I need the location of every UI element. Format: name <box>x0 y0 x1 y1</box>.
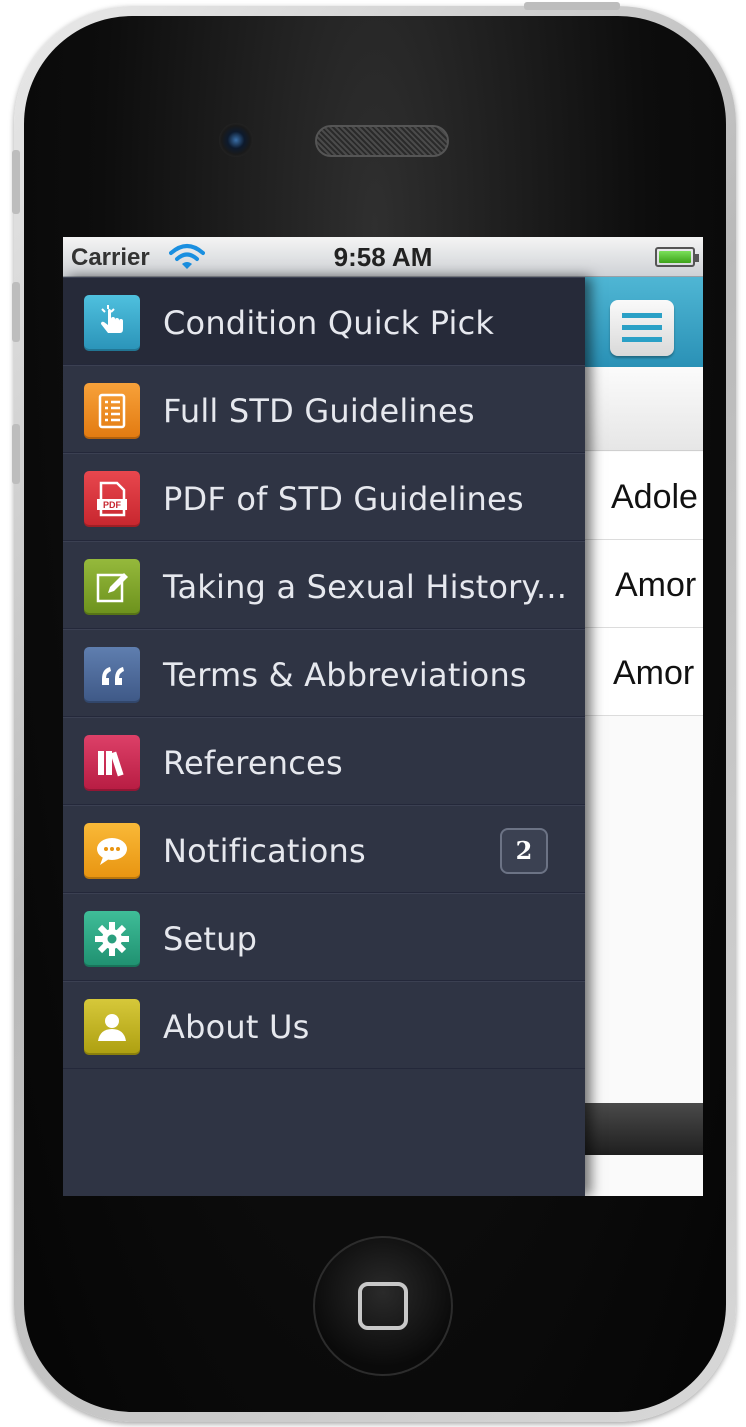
hamburger-icon <box>622 313 662 343</box>
menu-item-terms-abbreviations[interactable]: Terms & Abbreviations <box>63 629 585 717</box>
menu-item-label: Terms & Abbreviations <box>163 656 527 694</box>
user-icon <box>84 999 140 1055</box>
menu-item-label: Full STD Guidelines <box>163 392 475 430</box>
menu-toggle-button[interactable] <box>610 300 674 356</box>
menu-item-label: PDF of STD Guidelines <box>163 480 524 518</box>
sleep-button <box>524 2 620 10</box>
pdf-icon: PDF <box>84 471 140 527</box>
screen: Adole Amor Amor Carrier 9:58 AM Conditio… <box>63 237 703 1196</box>
volume-down-button <box>12 424 20 484</box>
tap-hand-icon <box>84 295 140 351</box>
status-bar: Carrier 9:58 AM <box>63 237 703 277</box>
menu-item-setup[interactable]: Setup <box>63 893 585 981</box>
gear-icon <box>84 911 140 967</box>
menu-item-label: Taking a Sexual History... <box>163 568 568 606</box>
battery-icon <box>655 247 699 267</box>
mute-switch <box>12 150 20 214</box>
svg-text:PDF: PDF <box>103 500 122 510</box>
home-button[interactable] <box>313 1236 453 1376</box>
menu-item-label: Setup <box>163 920 258 958</box>
edit-pencil-icon <box>84 559 140 615</box>
books-icon <box>84 735 140 791</box>
speaker-grille <box>315 125 449 157</box>
menu-item-label: Condition Quick Pick <box>163 304 495 342</box>
menu-item-pdf-of-std-guidelines[interactable]: PDF PDF of STD Guidelines <box>63 453 585 541</box>
camera-icon <box>219 123 253 157</box>
volume-up-button <box>12 282 20 342</box>
list-item-label: Amor <box>615 566 697 604</box>
quote-icon <box>84 647 140 703</box>
menu-item-references[interactable]: References <box>63 717 585 805</box>
menu-item-label: About Us <box>163 1008 310 1046</box>
list-document-icon <box>84 383 140 439</box>
home-square-icon <box>358 1282 408 1330</box>
list-item-label: Amor <box>613 654 695 692</box>
status-time: 9:58 AM <box>333 242 433 272</box>
notification-count-badge: 2 <box>500 828 548 874</box>
menu-item-label: Notifications <box>163 832 366 870</box>
menu-item-about-us[interactable]: About Us <box>63 981 585 1069</box>
menu-item-notifications[interactable]: Notifications 2 <box>63 805 585 893</box>
menu-item-full-std-guidelines[interactable]: Full STD Guidelines <box>63 365 585 453</box>
list-item-label: Adole <box>611 478 698 516</box>
menu-item-taking-a-sexual-history[interactable]: Taking a Sexual History... <box>63 541 585 629</box>
speech-bubble-icon <box>84 823 140 879</box>
menu-item-condition-quick-pick[interactable]: Condition Quick Pick <box>63 277 585 365</box>
menu-item-label: References <box>163 744 343 782</box>
side-menu: Condition Quick Pick Full STD Guidelines… <box>63 277 585 1196</box>
